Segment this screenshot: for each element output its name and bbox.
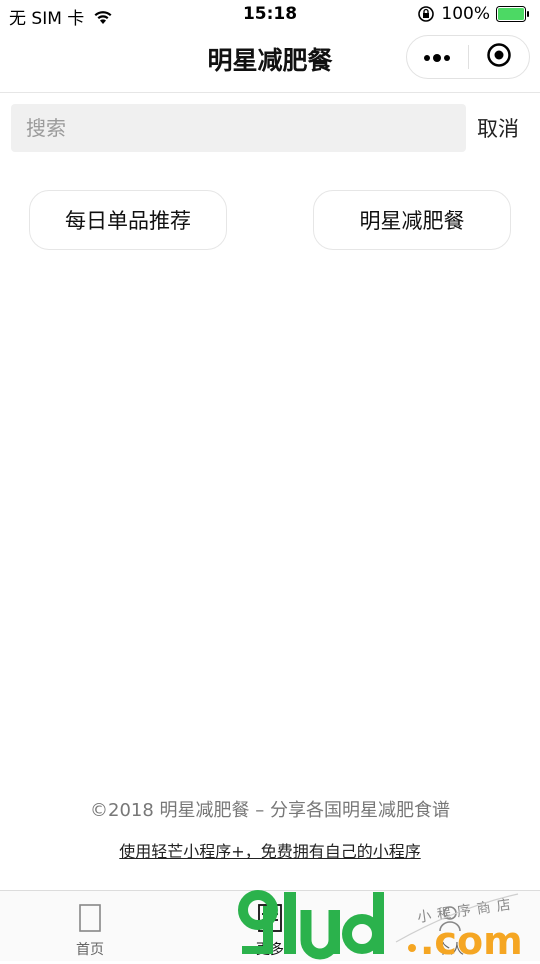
close-button[interactable] [468,36,529,78]
status-bar: 无 SIM 卡 15:18 100% [0,0,540,30]
more-button[interactable] [407,36,468,78]
nav-bar: 明星减肥餐 [0,30,540,93]
footer-link[interactable]: 使用轻芒小程序+，免费拥有自己的小程序 [119,842,420,861]
battery-icon [496,6,530,22]
search-box [11,104,466,152]
footer-copyright: ©2018 明星减肥餐 – 分享各国明星减肥食谱 [90,800,450,821]
search-input[interactable] [24,115,466,141]
status-right: 100% [417,4,530,24]
page-icon [76,903,104,933]
battery-percent: 100% [441,4,490,24]
watermark-domain: .com [420,919,523,960]
rotation-lock-icon [417,5,435,23]
tag-daily-recommend[interactable]: 每日单品推荐 [29,190,227,250]
capsule-menu [406,35,530,79]
footer-link-wrapper: 使用轻芒小程序+，免费拥有自己的小程序 [0,838,540,862]
cancel-button[interactable]: 取消 [477,113,519,143]
target-close-icon [486,42,512,72]
watermark-logo: .com 小程序商店 [236,888,526,963]
more-dots-icon [423,48,451,67]
tag-celebrity-diet[interactable]: 明星减肥餐 [313,190,511,250]
tab-label-home: 首页 [76,942,104,958]
tab-home[interactable]: 首页 [0,891,180,961]
